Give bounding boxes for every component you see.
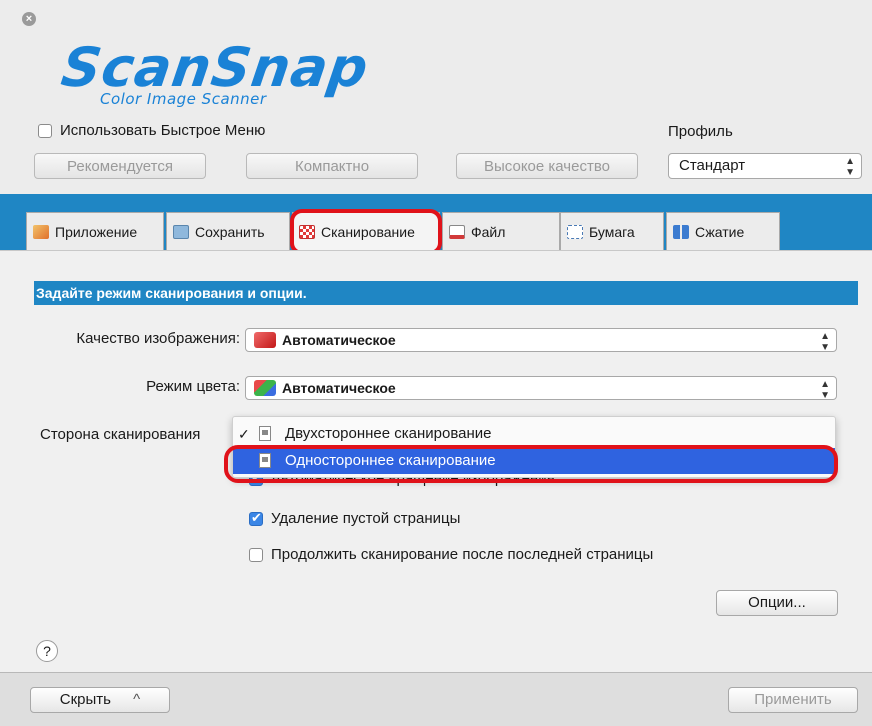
- high-quality-button[interactable]: Высокое качество: [456, 153, 638, 179]
- paper-icon: [567, 224, 583, 239]
- color-mode-label: Режим цвета:: [146, 378, 240, 395]
- tab-save[interactable]: Сохранить: [166, 212, 290, 250]
- color-mode-icon: [254, 380, 276, 396]
- logo-sub-text: Color Image Scanner: [100, 90, 267, 108]
- quick-menu-checkbox[interactable]: [38, 123, 52, 138]
- continue-scan-option[interactable]: Продолжить сканирование после последней …: [249, 546, 653, 563]
- profile-value: Стандарт: [679, 157, 746, 174]
- image-quality-icon: [254, 332, 276, 348]
- image-quality-value: Автоматическое: [282, 332, 396, 348]
- select-arrows-icon: ▲ ▼: [820, 379, 830, 401]
- compression-icon: [673, 224, 689, 239]
- tab-file[interactable]: Файл: [442, 212, 560, 250]
- chevron-up-icon: ^: [133, 691, 141, 708]
- tab-application[interactable]: Приложение: [26, 212, 164, 250]
- close-icon[interactable]: ×: [22, 12, 36, 26]
- tab-application-label: Приложение: [55, 223, 138, 240]
- hide-button-label: Скрыть: [59, 691, 111, 708]
- blank-page-removal-option[interactable]: Удаление пустой страницы: [249, 510, 460, 527]
- blank-page-removal-label: Удаление пустой страницы: [271, 510, 461, 527]
- apply-button[interactable]: Применить: [728, 687, 858, 713]
- profile-label: Профиль: [668, 123, 733, 140]
- section-title: Задайте режим сканирования и опции.: [34, 281, 858, 305]
- continue-scan-label: Продолжить сканирование после последней …: [271, 546, 654, 563]
- recommended-button[interactable]: Рекомендуется: [34, 153, 206, 179]
- quick-menu-label: Использовать Быстрое Меню: [60, 122, 266, 139]
- continue-scan-checkbox[interactable]: [249, 547, 263, 562]
- application-icon: [33, 224, 49, 239]
- options-button[interactable]: Опции...: [716, 590, 838, 616]
- tab-highlight-annotation: [290, 209, 442, 255]
- scan-side-label: Сторона сканирования: [40, 426, 201, 443]
- color-mode-select[interactable]: Автоматическое ▲ ▼: [245, 376, 837, 401]
- menu-item-duplex-label: Двухстороннее сканирование: [285, 425, 492, 442]
- help-button[interactable]: ?: [36, 640, 58, 662]
- scansnap-logo: ScanSnap Color Image Scanner: [58, 36, 392, 118]
- file-icon: [449, 224, 465, 239]
- document-icon: [259, 426, 271, 441]
- select-arrows-icon: ▲ ▼: [820, 331, 830, 353]
- color-mode-value: Автоматическое: [282, 380, 396, 396]
- blank-page-removal-checkbox[interactable]: [249, 510, 263, 526]
- tab-paper-label: Бумага: [589, 223, 635, 240]
- select-arrows-icon: ▲ ▼: [845, 156, 855, 178]
- compact-button[interactable]: Компактно: [246, 153, 418, 179]
- menu-item-duplex[interactable]: Двухстороннее сканирование: [233, 421, 835, 447]
- hide-button[interactable]: Скрыть ^: [30, 687, 170, 713]
- tab-compression[interactable]: Сжатие: [666, 212, 780, 250]
- tab-file-label: Файл: [471, 223, 506, 240]
- tab-compression-label: Сжатие: [695, 223, 745, 240]
- menu-highlight-annotation: [224, 445, 838, 483]
- tab-save-label: Сохранить: [195, 223, 265, 240]
- logo-main-text: ScanSnap: [57, 36, 373, 99]
- image-quality-select[interactable]: Автоматическое ▲ ▼: [245, 328, 837, 353]
- scansnap-settings-window: × ScanSnap Color Image Scanner Использов…: [0, 0, 872, 726]
- profile-select[interactable]: Стандарт ▲ ▼: [668, 153, 862, 179]
- quick-menu-option[interactable]: Использовать Быстрое Меню: [38, 122, 265, 139]
- tab-paper[interactable]: Бумага: [560, 212, 664, 250]
- folder-icon: [173, 224, 189, 239]
- image-quality-label: Качество изображения:: [76, 330, 240, 347]
- checkmark-icon: ✓: [238, 426, 250, 442]
